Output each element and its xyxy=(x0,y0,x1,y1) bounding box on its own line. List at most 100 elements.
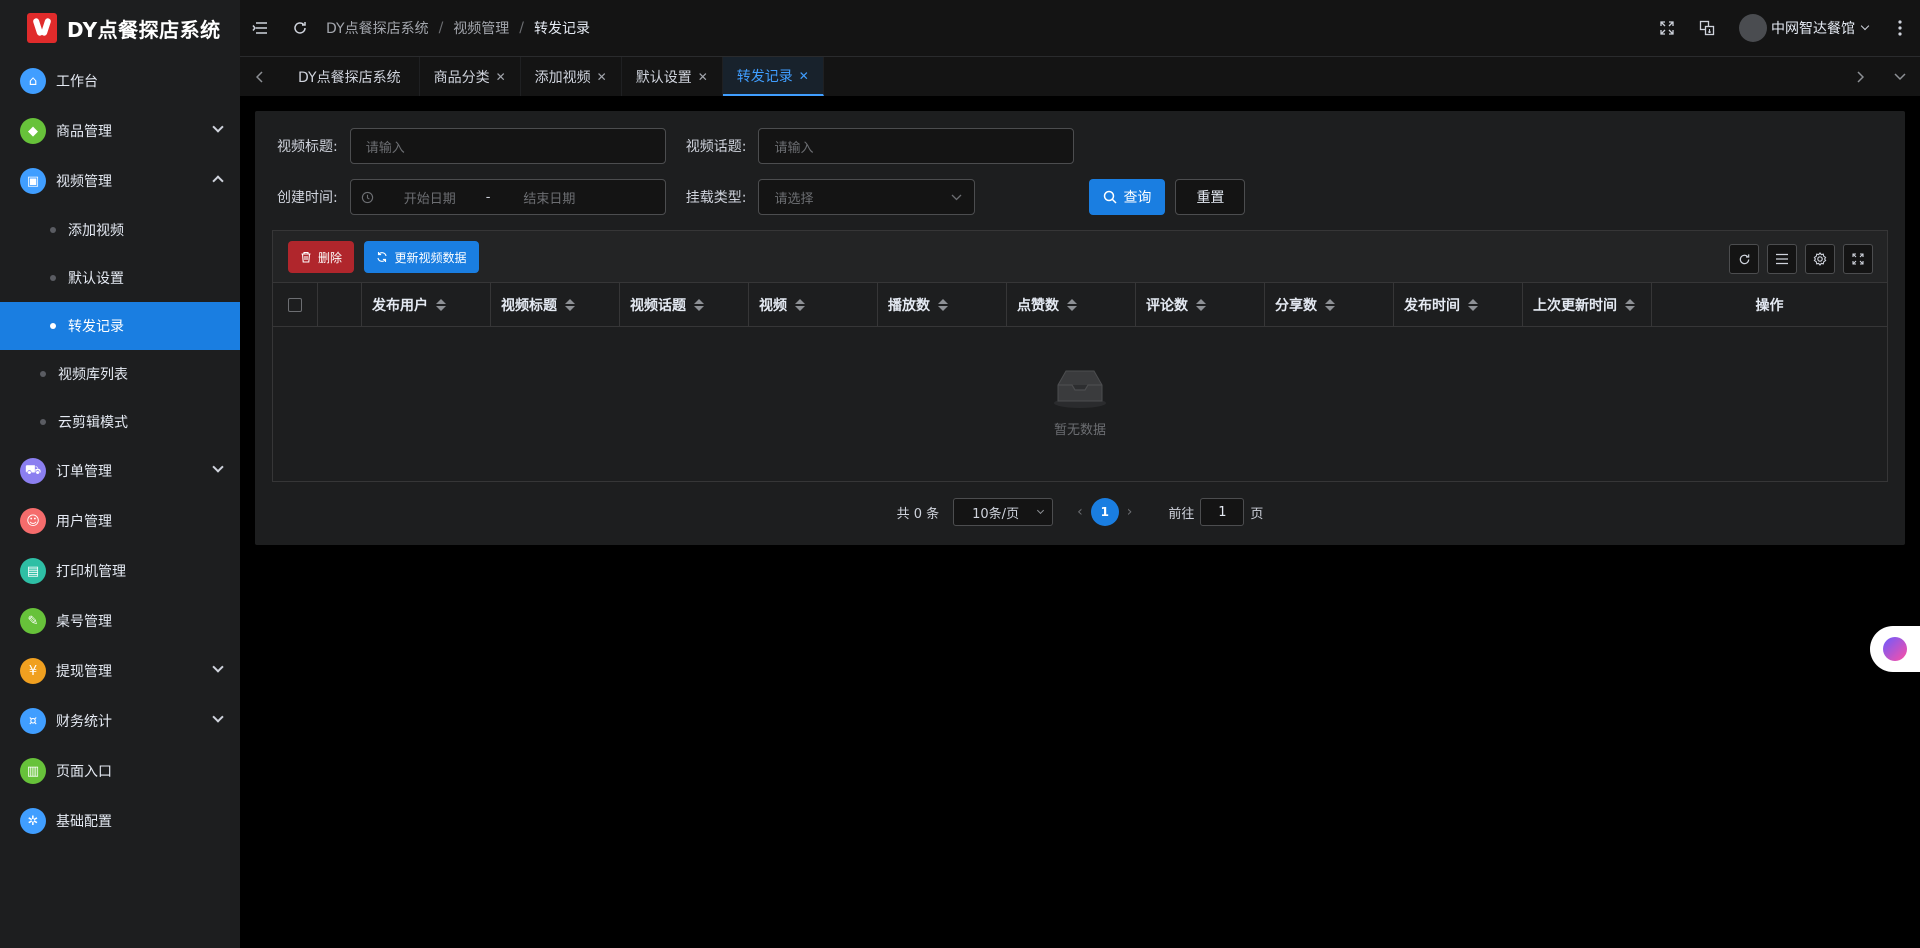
sidebar-item[interactable]: ▣ 视频管理 xyxy=(0,156,240,206)
column-header-label: 播放数 xyxy=(888,297,930,314)
next-page-icon[interactable]: › xyxy=(1127,504,1133,520)
sidebar-item[interactable]: ⛟ 订单管理 xyxy=(0,446,240,496)
sidebar-subitem[interactable]: 添加视频 xyxy=(0,206,240,254)
close-icon[interactable]: ✕ xyxy=(698,70,708,84)
logo[interactable]: DY点餐探店系统 xyxy=(0,0,240,56)
sidebar-menu: ⌂ 工作台 ◆ 商品管理 ▣ 视频管理添加视频默认设置 转发记录 视频库列表 云剪辑模式 ⛟ 订单管… xyxy=(0,56,240,846)
main-panel: 视频标题: 请输入 视频话题: 请输入 创建时间: 开始日期 - 结束日期 挂载… xyxy=(255,111,1905,545)
chevron-down-icon xyxy=(212,461,224,473)
bag-icon: ◆ xyxy=(20,118,46,144)
column-header[interactable]: 发布用户 xyxy=(362,282,491,327)
column-header[interactable]: 视频话题 xyxy=(620,282,749,327)
table-settings-icon[interactable] xyxy=(1805,244,1835,274)
tab-item[interactable]: DY点餐探店系统 xyxy=(280,57,420,96)
sort-icon[interactable] xyxy=(1325,298,1335,311)
sidebar-subitem[interactable]: 默认设置 xyxy=(0,254,240,302)
column-header[interactable]: 点赞数 xyxy=(1007,282,1136,327)
tab-item[interactable]: 默认设置 ✕ xyxy=(622,57,723,96)
user-menu[interactable]: 中网智达餐馆 xyxy=(1739,14,1870,42)
top-header: DY点餐探店系统 / 视频管理 / 转发记录 中网智达餐馆 xyxy=(240,0,1920,56)
collapse-menu-icon[interactable] xyxy=(240,0,280,56)
tab-item[interactable]: 商品分类 ✕ xyxy=(420,57,521,96)
tabs-next-icon[interactable] xyxy=(1840,57,1880,97)
column-header[interactable]: 视频 xyxy=(749,282,878,327)
sidebar-subitem[interactable]: 视频库列表 xyxy=(0,350,240,398)
delete-button-label: 删除 xyxy=(317,250,342,265)
sidebar-item[interactable]: ▤ 打印机管理 xyxy=(0,546,240,596)
sidebar-item[interactable]: ¤ 财务统计 xyxy=(0,696,240,746)
sidebar-subitem[interactable]: 转发记录 xyxy=(0,302,240,350)
update-video-data-button[interactable]: 更新视频数据 xyxy=(364,241,479,273)
sidebar-subitem-label: 添加视频 xyxy=(68,223,124,239)
tabs-actions xyxy=(1840,57,1920,97)
coin-icon: ¤ xyxy=(20,708,46,734)
breadcrumb-item[interactable]: DY点餐探店系统 xyxy=(326,18,429,38)
tabs-list: DY点餐探店系统 商品分类 ✕ 添加视频 ✕ 默认设置 ✕ 转发记录 ✕ xyxy=(280,57,824,96)
sidebar-subitem[interactable]: 云剪辑模式 xyxy=(0,398,240,446)
goto-page-input[interactable]: 1 xyxy=(1200,498,1245,526)
date-range-picker[interactable]: 开始日期 - 结束日期 xyxy=(349,179,666,215)
avatar xyxy=(1739,14,1767,42)
sidebar-item[interactable]: ✎ 桌号管理 xyxy=(0,596,240,646)
close-icon[interactable]: ✕ xyxy=(597,70,607,84)
table-refresh-icon[interactable] xyxy=(1729,244,1759,274)
sort-icon[interactable] xyxy=(1468,298,1478,311)
tab-label: 默认设置 xyxy=(635,69,692,86)
sidebar-item-label: 视频管理 xyxy=(56,174,112,190)
tab-item[interactable]: 转发记录 ✕ xyxy=(722,57,824,96)
sort-icon[interactable] xyxy=(1067,298,1077,311)
sort-icon[interactable] xyxy=(565,298,575,311)
sort-icon[interactable] xyxy=(436,298,446,311)
column-header[interactable]: 视频标题 xyxy=(491,282,620,327)
sidebar-item[interactable]: ¥ 提现管理 xyxy=(0,646,240,696)
column-header[interactable]: 分享数 xyxy=(1265,282,1394,327)
search-button[interactable]: 查询 xyxy=(1089,179,1166,215)
sort-icon[interactable] xyxy=(795,298,805,311)
page-number-current[interactable]: 1 xyxy=(1090,498,1119,526)
table-header: 发布用户 视频标题 视频话题 视频 播放数 点赞数 评论数 分享数 发布时间 上次更新时间 操作 xyxy=(273,282,1887,327)
empty-text: 暂无数据 xyxy=(1053,423,1106,438)
sidebar-item[interactable]: ✲ 基础配置 xyxy=(0,796,240,846)
sort-icon[interactable] xyxy=(1196,298,1206,311)
data-table: 删除 更新视频数据 发布用户 视频标题 视频话题 视频 播放数 点赞数 评论数 … xyxy=(272,230,1888,482)
ai-assistant-button[interactable] xyxy=(1870,626,1920,672)
column-header[interactable]: 评论数 xyxy=(1136,282,1265,327)
column-header[interactable]: 上次更新时间 xyxy=(1523,282,1652,327)
fullscreen-icon[interactable] xyxy=(1647,0,1687,56)
reset-button[interactable]: 重置 xyxy=(1175,179,1246,215)
sidebar-item[interactable]: ◆ 商品管理 xyxy=(0,106,240,156)
sort-icon[interactable] xyxy=(938,298,948,311)
select-all-cell xyxy=(273,282,318,327)
cart-icon: ⛟ xyxy=(20,458,46,484)
video-title-input[interactable]: 请输入 xyxy=(349,128,666,164)
translate-icon[interactable] xyxy=(1687,0,1727,56)
tabs-prev-icon[interactable] xyxy=(240,57,280,96)
tab-item[interactable]: 添加视频 ✕ xyxy=(521,57,622,96)
refresh-icon[interactable] xyxy=(280,0,320,56)
video-topic-input[interactable]: 请输入 xyxy=(758,128,1075,164)
close-icon[interactable]: ✕ xyxy=(799,69,809,83)
app-title: DY点餐探店系统 xyxy=(67,17,221,42)
sort-icon[interactable] xyxy=(694,298,704,311)
sidebar-item-label: 工作台 xyxy=(56,74,98,90)
table-density-icon[interactable] xyxy=(1767,244,1797,274)
breadcrumb-item[interactable]: 视频管理 xyxy=(453,18,509,38)
page-size-select[interactable]: 10条/页 xyxy=(953,498,1054,526)
select-all-checkbox[interactable] xyxy=(288,297,302,312)
column-header[interactable]: 播放数 xyxy=(878,282,1007,327)
mount-type-select[interactable]: 请选择 xyxy=(758,179,976,215)
sort-icon[interactable] xyxy=(1625,298,1635,311)
prev-page-icon[interactable]: ‹ xyxy=(1077,504,1083,520)
index-header xyxy=(318,282,362,327)
sidebar-item[interactable]: ☺ 用户管理 xyxy=(0,496,240,546)
column-header[interactable]: 发布时间 xyxy=(1394,282,1523,327)
delete-button[interactable]: 删除 xyxy=(288,241,354,273)
close-icon[interactable]: ✕ xyxy=(496,70,506,84)
page-suffix: 页 xyxy=(1250,506,1264,522)
more-vertical-icon[interactable] xyxy=(1880,0,1920,56)
logo-icon xyxy=(27,13,57,43)
table-fullscreen-icon[interactable] xyxy=(1843,244,1873,274)
tabs-dropdown-icon[interactable] xyxy=(1880,57,1920,97)
sidebar-item[interactable]: ▥ 页面入口 xyxy=(0,746,240,796)
sidebar-item[interactable]: ⌂ 工作台 xyxy=(0,56,240,106)
